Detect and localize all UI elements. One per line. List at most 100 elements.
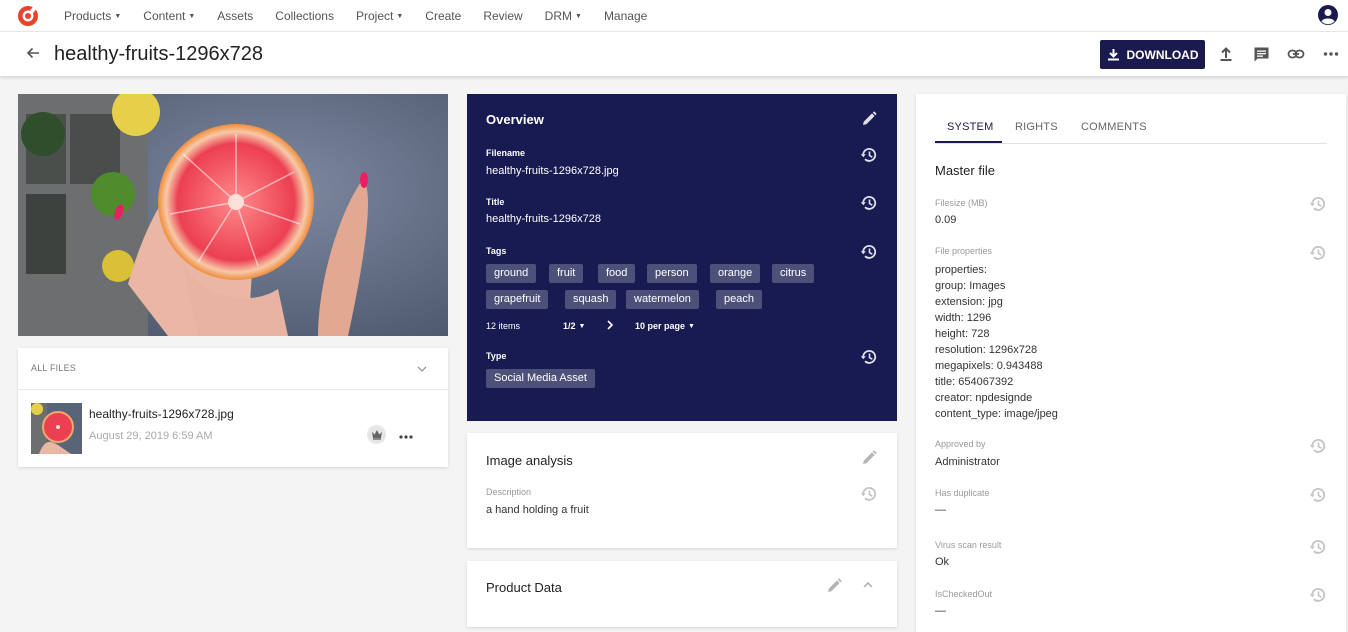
history-icon[interactable] bbox=[1309, 437, 1327, 455]
has-duplicate-label: Has duplicate bbox=[935, 488, 990, 498]
approved-by-label: Approved by bbox=[935, 439, 986, 449]
title-value: healthy-fruits-1296x728 bbox=[486, 213, 601, 225]
virus-scan-label: Virus scan result bbox=[935, 540, 1002, 550]
tab-rights[interactable]: RIGHTS bbox=[1015, 121, 1058, 133]
per-page-selector[interactable]: 10 per page ▼ bbox=[635, 321, 695, 331]
filename-value: healthy-fruits-1296x728.jpg bbox=[486, 165, 619, 177]
property-line: extension: jpg bbox=[935, 296, 1003, 308]
tab-comments[interactable]: COMMENTS bbox=[1081, 121, 1147, 133]
is-checked-out-value: — bbox=[935, 605, 946, 617]
property-line: title: 654067392 bbox=[935, 376, 1014, 388]
history-icon[interactable] bbox=[860, 243, 878, 261]
edit-pencil-icon[interactable] bbox=[825, 577, 843, 595]
nav-item-assets[interactable]: Assets bbox=[217, 9, 253, 23]
tag-chip[interactable]: grapefruit bbox=[486, 290, 549, 309]
history-icon[interactable] bbox=[860, 348, 878, 366]
chevron-down-icon[interactable] bbox=[416, 362, 428, 380]
history-icon[interactable] bbox=[1309, 586, 1327, 604]
tab-system[interactable]: SYSTEM bbox=[947, 121, 993, 133]
has-duplicate-value: — bbox=[935, 504, 946, 516]
history-icon[interactable] bbox=[1309, 486, 1327, 504]
nav-item-manage[interactable]: Manage bbox=[604, 9, 647, 23]
comment-icon[interactable] bbox=[1251, 44, 1271, 64]
all-files-panel: ALL FILES healthy-fruits-1296x728.jpg Au… bbox=[18, 348, 448, 467]
asset-preview-image[interactable] bbox=[18, 94, 448, 336]
filename-label: Filename bbox=[486, 148, 526, 158]
tag-chip[interactable]: citrus bbox=[772, 264, 815, 283]
metadata-side-panel: SYSTEM RIGHTS COMMENTS Master file Files… bbox=[916, 94, 1346, 632]
product-data-title: Product Data bbox=[486, 580, 562, 595]
all-files-label: ALL FILES bbox=[31, 363, 76, 373]
tag-chip[interactable]: ground bbox=[486, 264, 537, 283]
download-button[interactable]: DOWNLOAD bbox=[1100, 40, 1205, 69]
next-page-icon[interactable] bbox=[605, 319, 615, 333]
history-icon[interactable] bbox=[1309, 538, 1327, 556]
file-date: August 29, 2019 6:59 AM bbox=[89, 430, 213, 442]
overview-panel: Overview Filename healthy-fruits-1296x72… bbox=[467, 94, 897, 421]
title-label: Title bbox=[486, 197, 505, 207]
overview-title: Overview bbox=[486, 112, 544, 127]
history-icon[interactable] bbox=[1309, 195, 1327, 213]
image-analysis-title: Image analysis bbox=[486, 453, 573, 468]
tag-chip[interactable]: squash bbox=[565, 290, 617, 309]
all-files-header[interactable]: ALL FILES bbox=[18, 348, 448, 390]
active-tab-indicator bbox=[935, 141, 1002, 143]
chevron-down-icon: ▼ bbox=[114, 12, 122, 20]
nav-item-content[interactable]: Content ▼ bbox=[143, 9, 195, 23]
top-navigation: Products ▼ Content ▼ Assets Collections Pr… bbox=[0, 0, 1348, 31]
virus-scan-value: Ok bbox=[935, 556, 950, 568]
chevron-down-icon: ▼ bbox=[188, 12, 196, 20]
property-line: properties: bbox=[935, 264, 987, 276]
back-arrow-icon[interactable] bbox=[24, 44, 42, 62]
product-data-panel: Product Data bbox=[467, 561, 897, 627]
file-properties-list: properties: group: Images extension: jpg… bbox=[935, 262, 1058, 422]
chevron-up-icon[interactable] bbox=[861, 578, 879, 596]
is-checked-out-label: IsCheckedOut bbox=[935, 589, 993, 599]
tags-label: Tags bbox=[486, 246, 507, 256]
page-selector[interactable]: 1/2 ▼ bbox=[563, 321, 585, 331]
tag-chip[interactable]: fruit bbox=[549, 264, 584, 283]
type-chip[interactable]: Social Media Asset bbox=[486, 369, 595, 388]
crown-icon[interactable] bbox=[367, 425, 386, 444]
tag-chip[interactable]: orange bbox=[710, 264, 761, 283]
chevron-down-icon: ▼ bbox=[396, 12, 404, 20]
user-avatar[interactable] bbox=[1318, 5, 1338, 25]
upload-icon[interactable] bbox=[1216, 44, 1236, 64]
chevron-down-icon: ▼ bbox=[575, 12, 582, 20]
more-options-icon[interactable] bbox=[399, 428, 413, 446]
tag-chip[interactable]: food bbox=[598, 264, 636, 283]
nav-item-create[interactable]: Create bbox=[425, 9, 461, 23]
nav-item-review[interactable]: Review bbox=[483, 9, 522, 23]
property-line: creator: npdesignde bbox=[935, 392, 1033, 404]
edit-pencil-icon[interactable] bbox=[860, 110, 878, 128]
page-header: healthy-fruits-1296x728 DOWNLOAD bbox=[0, 31, 1348, 76]
file-thumbnail[interactable] bbox=[31, 403, 82, 454]
download-icon bbox=[1107, 49, 1119, 61]
property-line: width: 1296 bbox=[935, 312, 992, 324]
tag-chip[interactable]: peach bbox=[716, 290, 762, 309]
nav-item-drm[interactable]: DRM ▼ bbox=[545, 9, 582, 23]
tag-chip[interactable]: person bbox=[647, 264, 697, 283]
nav-item-products[interactable]: Products ▼ bbox=[64, 9, 121, 23]
property-line: group: Images bbox=[935, 280, 1006, 292]
more-options-icon[interactable] bbox=[1321, 44, 1341, 64]
section-title: Master file bbox=[935, 163, 995, 178]
link-icon[interactable] bbox=[1286, 44, 1306, 64]
brand-logo[interactable] bbox=[17, 5, 39, 27]
history-icon[interactable] bbox=[860, 194, 878, 212]
nav-item-project[interactable]: Project ▼ bbox=[356, 9, 403, 23]
property-line: megapixels: 0.943488 bbox=[935, 360, 1043, 372]
tag-chip[interactable]: watermelon bbox=[626, 290, 699, 309]
items-count: 12 items bbox=[486, 321, 521, 331]
chevron-down-icon: ▼ bbox=[578, 323, 586, 331]
file-name[interactable]: healthy-fruits-1296x728.jpg bbox=[89, 407, 234, 421]
edit-pencil-icon[interactable] bbox=[860, 449, 878, 467]
history-icon[interactable] bbox=[1309, 244, 1327, 262]
page-title: healthy-fruits-1296x728 bbox=[54, 43, 264, 65]
history-icon[interactable] bbox=[860, 146, 878, 164]
property-line: height: 728 bbox=[935, 328, 990, 340]
type-label: Type bbox=[486, 351, 507, 361]
nav-item-collections[interactable]: Collections bbox=[275, 9, 334, 23]
image-analysis-panel: Image analysis Description a hand holdin… bbox=[467, 433, 897, 548]
history-icon[interactable] bbox=[860, 485, 878, 503]
